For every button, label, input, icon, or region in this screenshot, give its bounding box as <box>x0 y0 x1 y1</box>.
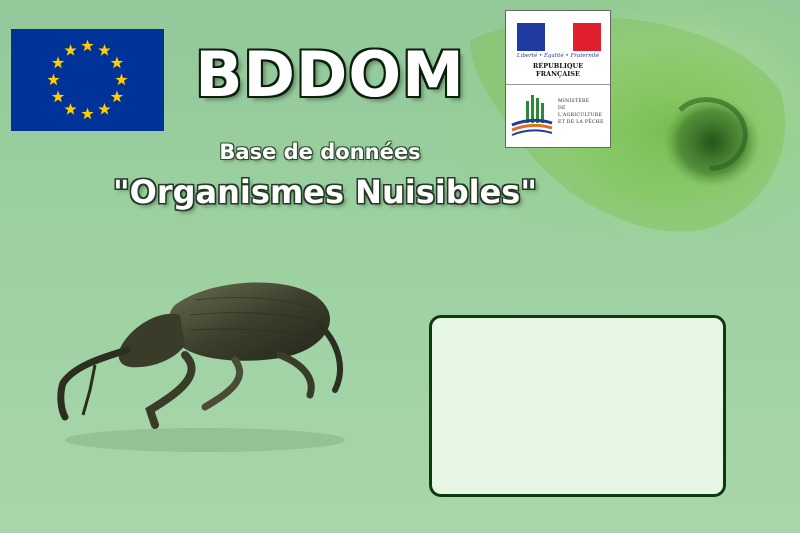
eu-star-icon <box>110 56 124 69</box>
eu-star-icon <box>51 56 65 69</box>
government-logos: Liberté • Égalité • Fraternité RÉPUBLIQU… <box>505 10 611 148</box>
info-panel <box>429 315 726 497</box>
eu-star-icon <box>98 102 111 115</box>
eu-star-icon <box>64 44 77 56</box>
republique-francaise-logo: Liberté • Égalité • Fraternité RÉPUBLIQU… <box>506 11 610 84</box>
splash-screen: BDDOM Base de données "Organismes Nuisib… <box>0 0 800 533</box>
eu-star-icon <box>51 90 65 103</box>
eu-star-icon <box>115 73 128 86</box>
ministere-emblem-icon <box>511 95 553 136</box>
weevil-photo <box>57 282 345 452</box>
eu-star-icon <box>81 39 94 52</box>
eu-flag-icon <box>47 39 128 120</box>
rf-motto: Liberté • Égalité • Fraternité <box>516 53 600 59</box>
marianne-flag-icon <box>517 23 601 51</box>
eu-star-icon <box>110 90 124 103</box>
eu-star-icon <box>47 73 60 86</box>
eu-flag-logo <box>11 29 164 131</box>
eu-star-icon <box>98 44 111 56</box>
subtitle-line-2: "Organismes Nuisibles" <box>112 173 538 211</box>
eu-star-icon <box>81 107 94 120</box>
ministere-label: MINISTÈRE DE L'AGRICULTURE ET DE LA PÊCH… <box>558 99 604 125</box>
app-title: BDDOM <box>195 38 465 111</box>
ministere-logo: MINISTÈRE DE L'AGRICULTURE ET DE LA PÊCH… <box>506 85 610 147</box>
eu-star-icon <box>64 102 77 115</box>
subtitle-line-1: Base de données <box>219 140 421 164</box>
rf-name: RÉPUBLIQUE FRANÇAISE <box>532 62 584 78</box>
